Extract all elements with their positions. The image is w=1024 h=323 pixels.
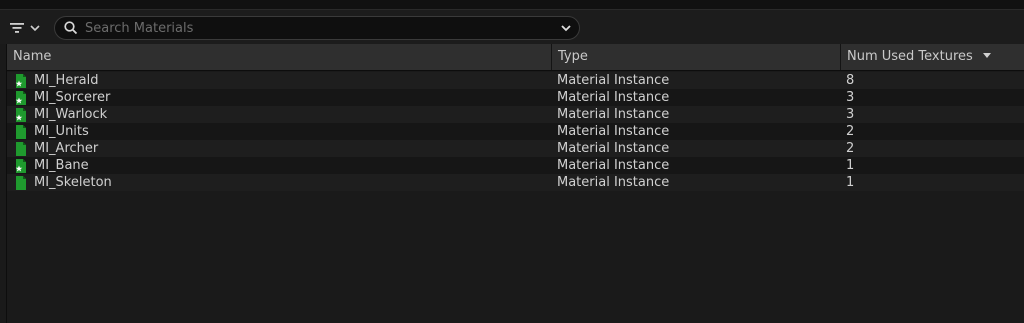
panel-top-border <box>0 0 1024 10</box>
chevron-down-icon <box>28 21 42 35</box>
material-instance-icon <box>15 175 27 190</box>
type-cell: Material Instance <box>557 90 670 105</box>
material-instance-icon <box>15 141 27 156</box>
column-header-type[interactable]: Type <box>552 44 841 70</box>
num-used-textures-cell: 8 <box>846 73 855 88</box>
type-cell: Material Instance <box>557 73 670 88</box>
type-cell: Material Instance <box>557 107 670 122</box>
name-cell: MI_Skeleton <box>7 174 552 191</box>
type-cell: Material Instance <box>557 124 670 139</box>
name-cell: MI_Sorcerer <box>7 89 552 106</box>
search-icon <box>57 17 85 39</box>
table-row[interactable]: MI_Archer Material Instance 2 <box>7 140 1024 157</box>
table-body: MI_Herald Material Instance 8 MI_Sorcere… <box>7 72 1024 191</box>
filter-button[interactable] <box>8 18 48 38</box>
num-used-textures-cell: 3 <box>846 107 855 122</box>
column-header-num-used-textures[interactable]: Num Used Textures <box>841 44 1024 70</box>
sort-descending-icon <box>982 53 991 58</box>
asset-name: MI_Herald <box>34 73 99 88</box>
material-instance-star-icon <box>15 107 27 122</box>
material-instance-icon <box>15 124 27 139</box>
table-row[interactable]: MI_Herald Material Instance 8 <box>7 72 1024 89</box>
chevron-down-icon <box>561 25 571 32</box>
column-header-label: Type <box>558 49 588 64</box>
asset-name: MI_Units <box>34 124 89 139</box>
column-header-label: Num Used Textures <box>847 49 973 64</box>
column-header-name[interactable]: Name <box>7 44 552 70</box>
type-cell: Material Instance <box>557 158 670 173</box>
table-row[interactable]: MI_Sorcerer Material Instance 3 <box>7 89 1024 106</box>
search-options-dropdown[interactable] <box>553 17 579 39</box>
name-cell: MI_Warlock <box>7 106 552 123</box>
name-cell: MI_Bane <box>7 157 552 174</box>
toolbar <box>0 10 1024 44</box>
table-row[interactable]: MI_Bane Material Instance 1 <box>7 157 1024 174</box>
table-header: Name Type Num Used Textures <box>7 44 1024 71</box>
name-cell: MI_Units <box>7 123 552 140</box>
materials-list: Name Type Num Used Textures MI_Herald Ma… <box>6 44 1024 323</box>
asset-name: MI_Bane <box>34 158 89 173</box>
type-cell: Material Instance <box>557 175 670 190</box>
column-header-label: Name <box>13 49 52 64</box>
search-box <box>54 16 580 40</box>
search-input[interactable] <box>85 18 553 38</box>
table-row[interactable]: MI_Units Material Instance 2 <box>7 123 1024 140</box>
name-cell: MI_Archer <box>7 140 552 157</box>
material-instance-star-icon <box>15 73 27 88</box>
asset-name: MI_Warlock <box>34 107 108 122</box>
asset-name: MI_Archer <box>34 141 99 156</box>
asset-name: MI_Skeleton <box>34 175 112 190</box>
table-row[interactable]: MI_Skeleton Material Instance 1 <box>7 174 1024 191</box>
asset-name: MI_Sorcerer <box>34 90 111 105</box>
material-instance-star-icon <box>15 90 27 105</box>
material-browser-panel: Name Type Num Used Textures <box>0 0 1024 323</box>
filter-icon <box>8 21 28 35</box>
name-cell: MI_Herald <box>7 72 552 89</box>
num-used-textures-cell: 2 <box>846 124 855 139</box>
num-used-textures-cell: 3 <box>846 90 855 105</box>
table-row[interactable]: MI_Warlock Material Instance 3 <box>7 106 1024 123</box>
num-used-textures-cell: 2 <box>846 141 855 156</box>
num-used-textures-cell: 1 <box>846 158 855 173</box>
type-cell: Material Instance <box>557 141 670 156</box>
num-used-textures-cell: 1 <box>846 175 855 190</box>
material-instance-star-icon <box>15 158 27 173</box>
